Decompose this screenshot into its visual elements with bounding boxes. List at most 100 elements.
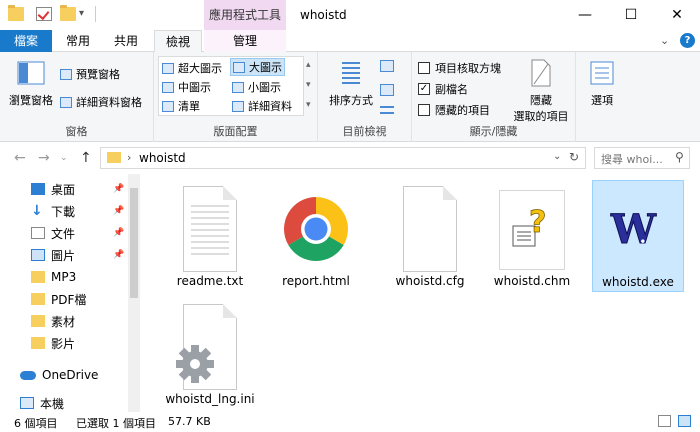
status-item-count: 6 個項目 xyxy=(14,417,58,430)
file-item-chm[interactable]: ? whoistd.chm xyxy=(486,180,578,292)
file-extensions-checkbox[interactable]: ✓ xyxy=(418,83,430,95)
navigation-pane-button[interactable]: 瀏覽窗格 xyxy=(6,58,56,108)
gallery-expand-icon[interactable]: ▾ xyxy=(306,100,311,110)
nav-scrollbar[interactable] xyxy=(128,174,140,412)
nav-scrollbar-thumb[interactable] xyxy=(130,188,138,298)
details-pane-label: 詳細資料窗格 xyxy=(76,96,142,109)
details-view-icon[interactable] xyxy=(658,415,671,427)
tab-share[interactable]: 共用 xyxy=(104,30,148,52)
file-name: report.html xyxy=(282,274,350,288)
desktop-icon xyxy=(31,183,45,195)
layout-list[interactable]: 清單 xyxy=(162,98,200,114)
properties-icon[interactable] xyxy=(36,7,52,21)
close-button[interactable]: ✕ xyxy=(654,0,700,30)
add-columns-icon[interactable] xyxy=(380,84,394,96)
item-checkboxes-toggle[interactable]: 項目核取方塊 xyxy=(418,60,501,76)
nav-item-desktop[interactable]: 桌面 📌 xyxy=(0,178,128,200)
nav-item-onedrive[interactable]: OneDrive xyxy=(0,364,128,386)
tab-view[interactable]: 檢視 xyxy=(154,30,202,53)
minimize-button[interactable]: — xyxy=(562,0,608,30)
nav-item-pdf[interactable]: PDF檔 xyxy=(0,288,128,310)
gallery-scroll-down-icon[interactable]: ▾ xyxy=(306,80,311,90)
address-dropdown-icon[interactable]: ⌄ xyxy=(553,151,561,162)
nav-item-videos[interactable]: 影片 xyxy=(0,332,128,354)
nav-item-this-pc[interactable]: 本機 xyxy=(0,392,128,414)
sort-by-icon xyxy=(336,58,366,88)
options-button[interactable]: 選項 xyxy=(582,58,622,108)
large-icons-view-icon[interactable] xyxy=(678,415,691,427)
layout-medium-icons[interactable]: 中圖示 xyxy=(162,79,211,95)
recent-locations-icon[interactable]: ⌄ xyxy=(60,153,68,163)
hide-selected-button[interactable]: 隱藏 選取的項目 xyxy=(510,58,572,124)
file-item-ini[interactable]: whoistd_lng.ini xyxy=(164,298,256,410)
sort-by-button[interactable]: 排序方式 xyxy=(326,58,376,108)
hidden-items-checkbox[interactable] xyxy=(418,104,430,116)
blank-file-icon xyxy=(395,186,465,272)
layout-small-icons[interactable]: 小圖示 xyxy=(232,79,281,95)
group-label-current-view: 目前檢視 xyxy=(342,125,387,138)
tab-home[interactable]: 常用 xyxy=(56,30,100,52)
onedrive-icon xyxy=(20,370,36,380)
exe-app-icon: W . xyxy=(603,187,673,273)
layout-list-label: 清單 xyxy=(178,100,200,113)
layout-small-label: 小圖示 xyxy=(248,81,281,94)
status-size: 57.7 KB xyxy=(168,415,211,428)
medium-icons-icon xyxy=(162,81,174,93)
layout-large-icons[interactable]: 大圖示 xyxy=(230,58,285,76)
group-by-icon[interactable] xyxy=(380,60,394,72)
item-checkboxes-checkbox[interactable] xyxy=(418,62,430,74)
breadcrumb-current-folder[interactable]: whoistd xyxy=(139,151,186,165)
file-item-readme[interactable]: readme.txt xyxy=(164,180,256,292)
title-divider xyxy=(95,6,96,22)
gallery-scroll-up-icon[interactable]: ▴ xyxy=(306,60,311,70)
nav-item-pictures[interactable]: 圖片 📌 xyxy=(0,244,128,266)
layout-details[interactable]: 詳細資料 xyxy=(232,98,292,114)
tab-manage[interactable]: 管理 xyxy=(204,30,286,52)
hidden-items-toggle[interactable]: 隱藏的項目 xyxy=(418,102,490,118)
nav-item-downloads[interactable]: ↓ 下載 📌 xyxy=(0,200,128,222)
navigation-pane-label: 瀏覽窗格 xyxy=(9,94,53,107)
item-checkboxes-label: 項目核取方塊 xyxy=(435,62,501,75)
pin-icon[interactable]: 📌 xyxy=(113,250,124,260)
collapse-ribbon-icon[interactable]: ⌄ xyxy=(660,34,669,47)
maximize-button[interactable]: ☐ xyxy=(608,0,654,30)
nav-item-label: 圖片 xyxy=(51,248,76,263)
nav-item-mp3[interactable]: MP3 xyxy=(0,266,128,288)
refresh-icon[interactable]: ↻ xyxy=(569,150,579,164)
pin-icon[interactable]: 📌 xyxy=(113,184,124,194)
customize-quick-access-icon[interactable]: ▾ xyxy=(79,8,84,19)
help-icon[interactable]: ? xyxy=(680,33,695,48)
navigation-pane: 桌面 📌 ↓ 下載 📌 文件 📌 圖片 📌 MP3 PDF檔 素材 影片 One… xyxy=(0,174,140,412)
pin-icon[interactable]: 📌 xyxy=(113,206,124,216)
details-pane-icon xyxy=(60,96,72,108)
pictures-icon xyxy=(31,249,45,261)
nav-item-label: 下載 xyxy=(51,204,76,219)
size-columns-icon[interactable] xyxy=(380,106,394,114)
file-item-exe[interactable]: W . whoistd.exe xyxy=(592,180,684,292)
new-folder-icon[interactable] xyxy=(60,5,76,21)
file-extensions-toggle[interactable]: ✓ 副檔名 xyxy=(418,81,468,97)
file-item-cfg[interactable]: whoistd.cfg xyxy=(384,180,476,292)
back-arrow-icon[interactable]: ← xyxy=(14,150,26,166)
search-icon[interactable]: ⚲ xyxy=(675,150,684,164)
documents-icon xyxy=(31,227,45,239)
search-box[interactable]: 搜尋 whoi... ⚲ xyxy=(594,147,690,169)
address-bar[interactable]: › whoistd ⌄ ↻ xyxy=(100,147,586,169)
folder-icon xyxy=(31,271,45,283)
nav-item-documents[interactable]: 文件 📌 xyxy=(0,222,128,244)
nav-item-label: 文件 xyxy=(51,226,76,241)
details-pane-button[interactable]: 詳細資料窗格 xyxy=(60,94,142,110)
layout-extra-large-icons[interactable]: 超大圖示 xyxy=(162,60,222,76)
pin-icon[interactable]: 📌 xyxy=(113,228,124,238)
nav-item-label: OneDrive xyxy=(42,368,99,382)
up-arrow-icon[interactable]: ↑ xyxy=(80,150,92,166)
address-row: ← → ⌄ ↑ › whoistd ⌄ ↻ 搜尋 whoi... ⚲ xyxy=(0,142,700,174)
breadcrumb-chevron-icon[interactable]: › xyxy=(127,151,131,164)
folder-icon xyxy=(107,152,121,163)
preview-pane-icon xyxy=(60,68,72,80)
forward-arrow-icon[interactable]: → xyxy=(38,150,50,166)
file-item-report[interactable]: report.html xyxy=(270,180,362,292)
layout-details-label: 詳細資料 xyxy=(248,100,292,113)
nav-item-assets[interactable]: 素材 xyxy=(0,310,128,332)
preview-pane-button[interactable]: 預覽窗格 xyxy=(60,66,120,82)
